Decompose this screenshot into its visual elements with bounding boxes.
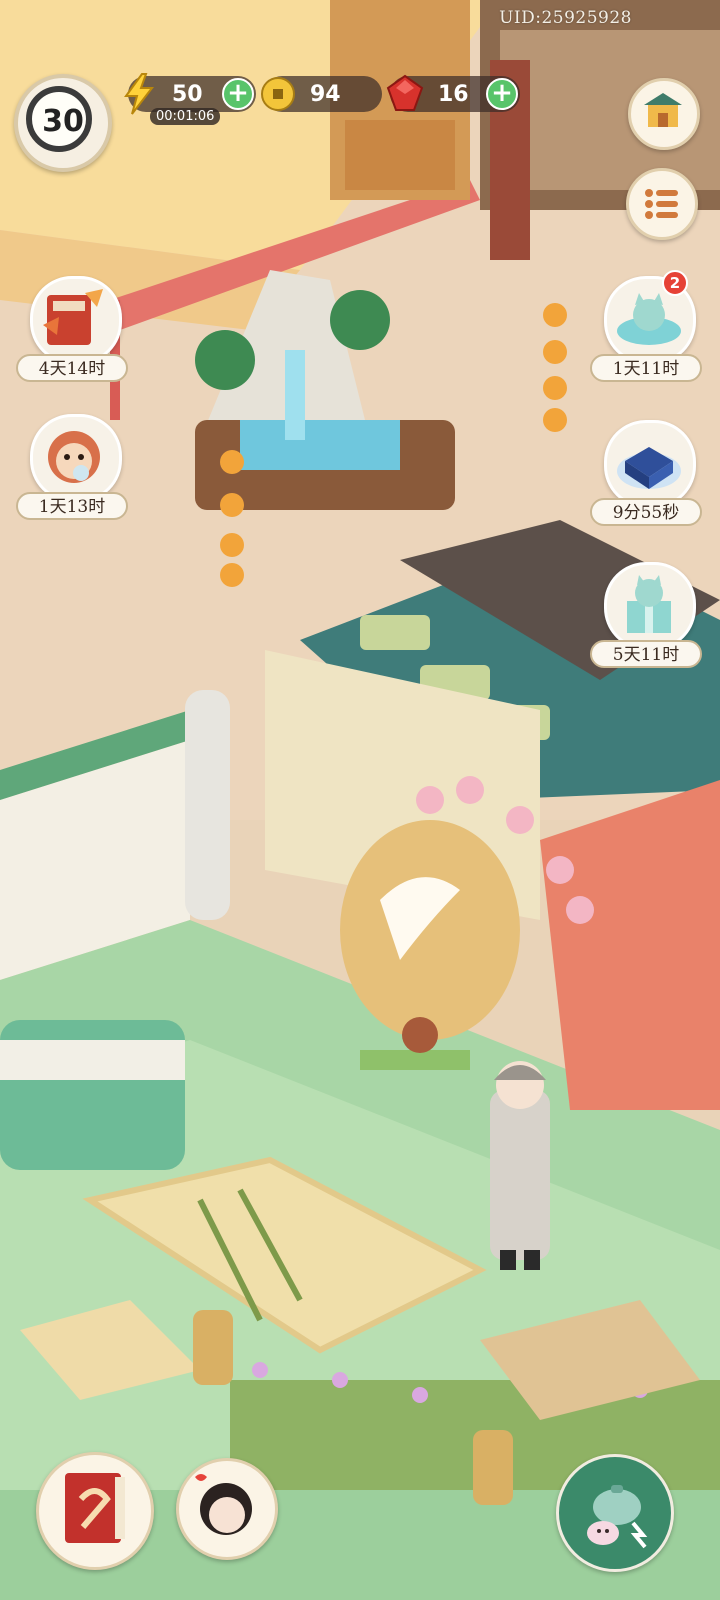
monkey-mascot-icon bbox=[48, 431, 100, 483]
event-bubble bbox=[604, 420, 696, 508]
red-book-leaves-icon bbox=[43, 289, 103, 345]
teapot-rabbit-icon bbox=[587, 1485, 648, 1549]
blue-gift-icon bbox=[617, 447, 681, 489]
list-menu-icon bbox=[645, 189, 678, 219]
cat-spa-icon bbox=[617, 293, 681, 345]
event-timer: 1天11时 bbox=[590, 354, 702, 382]
event-timer: 1天13时 bbox=[16, 492, 128, 520]
coin-pill[interactable]: 94 bbox=[261, 76, 382, 112]
energy-value: 50 bbox=[172, 82, 203, 107]
player-level-number: 30 bbox=[42, 104, 84, 139]
event-timer: 4天14时 bbox=[16, 354, 128, 382]
red-gem-icon bbox=[386, 74, 424, 111]
character-button[interactable] bbox=[176, 1458, 278, 1560]
uid-label: UID:25925928 bbox=[499, 8, 632, 28]
coin-icon bbox=[261, 77, 295, 111]
event-bubble bbox=[604, 562, 696, 650]
event-bubble bbox=[30, 276, 122, 364]
shop-building-icon bbox=[644, 93, 682, 127]
game-scene bbox=[0, 0, 720, 1600]
event-book[interactable]: 4天14时 bbox=[16, 276, 128, 382]
notification-badge: 2 bbox=[662, 270, 688, 296]
event-cat-giftbox[interactable]: 5天11时 bbox=[590, 562, 702, 668]
event-spa[interactable]: 2 1天11时 bbox=[590, 270, 702, 382]
event-blue-gift[interactable]: 9分55秒 bbox=[590, 420, 702, 526]
coin-value: 94 bbox=[310, 82, 341, 107]
player-level-badge[interactable]: 30 bbox=[14, 74, 112, 172]
energy-refill-timer: 00:01:06 bbox=[150, 108, 221, 125]
event-monkey[interactable]: 1天13时 bbox=[16, 414, 128, 520]
energy-plus-button[interactable]: + bbox=[222, 78, 254, 110]
event-bubble bbox=[30, 414, 122, 502]
journal-button[interactable] bbox=[36, 1452, 154, 1570]
teahouse-button[interactable] bbox=[556, 1454, 674, 1572]
gem-value: 16 bbox=[438, 82, 469, 107]
lightning-icon bbox=[124, 73, 155, 115]
event-timer: 5天11时 bbox=[590, 640, 702, 668]
gem-pill[interactable]: 16 + bbox=[386, 74, 520, 112]
cat-giftbox-icon bbox=[627, 575, 671, 633]
shop-button[interactable] bbox=[628, 78, 700, 150]
gem-plus-button[interactable]: + bbox=[486, 78, 518, 110]
character-portrait-icon bbox=[195, 1474, 252, 1535]
menu-button[interactable] bbox=[626, 168, 698, 240]
red-book-icon bbox=[65, 1473, 125, 1543]
event-timer: 9分55秒 bbox=[590, 498, 702, 526]
energy-pill[interactable]: 50 + bbox=[124, 73, 256, 115]
